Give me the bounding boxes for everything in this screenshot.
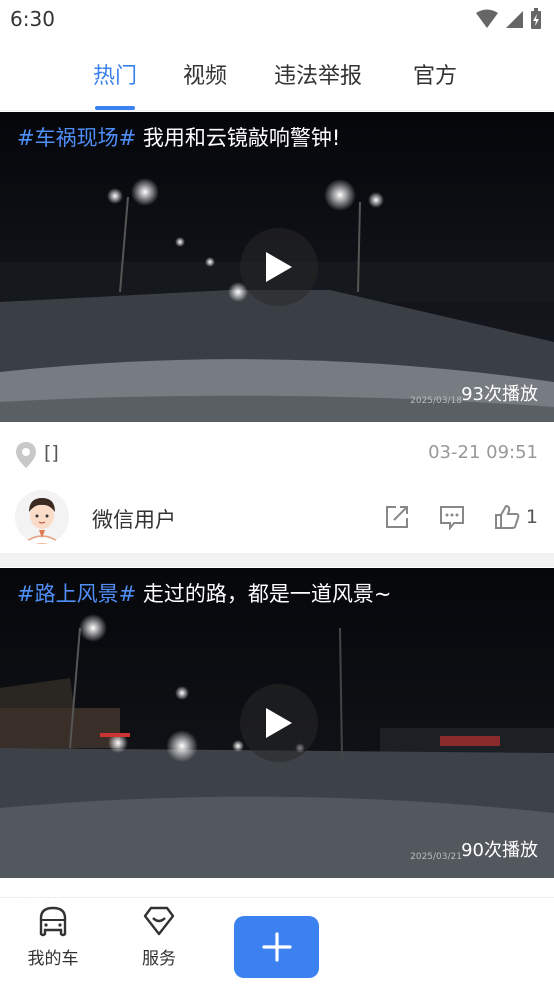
status-bar: 6:30 xyxy=(0,0,554,38)
nav-service[interactable]: 服务 xyxy=(124,904,194,969)
tab-hot-label: 热门 xyxy=(93,64,138,89)
play-count-1: 93次播放 xyxy=(461,384,538,405)
play-count-2: 90次播放 xyxy=(461,840,538,861)
plus-icon xyxy=(261,932,292,962)
play-icon xyxy=(266,708,292,738)
play-button-1[interactable] xyxy=(240,228,318,306)
post-tag-2[interactable]: #路上风景# xyxy=(17,582,136,606)
tab-active-indicator xyxy=(95,106,136,110)
post-time-1: 03-21 09:51 xyxy=(428,442,538,463)
nav-my-car-label: 我的车 xyxy=(27,949,79,969)
post-title-text-2: 走过的路，都是一道风景~ xyxy=(142,582,392,606)
post-divider xyxy=(0,553,554,567)
status-time: 6:30 xyxy=(10,7,55,31)
comment-icon[interactable] xyxy=(439,504,465,530)
post-title-2: #路上风景# 走过的路，都是一道风景~ xyxy=(17,578,392,608)
video-timestamp-1: 2025/03/18 xyxy=(410,396,462,406)
nav-service-label: 服务 xyxy=(142,949,176,969)
play-button-2[interactable] xyxy=(240,684,318,762)
location-icon xyxy=(16,442,36,468)
battery-icon xyxy=(531,8,541,29)
nav-my-car[interactable]: 我的车 xyxy=(18,904,88,969)
signal-icon xyxy=(506,11,523,28)
location-text-1: [] xyxy=(44,442,59,464)
like-icon[interactable] xyxy=(494,504,520,530)
post-title-text-1: 我用和云镜敲响警钟! xyxy=(142,126,341,150)
status-icons xyxy=(476,8,542,30)
tab-video-label: 视频 xyxy=(183,64,228,89)
username-1[interactable]: 微信用户 xyxy=(92,504,176,534)
tab-official-label: 官方 xyxy=(413,64,458,89)
post-video-1[interactable]: #车祸现场# 我用和云镜敲响警钟! 2025/03/18 93次播放 xyxy=(0,112,554,422)
avatar[interactable] xyxy=(15,490,69,544)
post-tag-1[interactable]: #车祸现场# xyxy=(17,126,136,150)
post-video-2[interactable]: #路上风景# 走过的路，都是一道风景~ 2025/03/21 90次播放 xyxy=(0,568,554,878)
category-tabs: 热门 视频 违法举报 官方 xyxy=(0,38,554,111)
tab-video[interactable]: 视频 xyxy=(183,58,227,110)
wifi-icon xyxy=(476,9,498,28)
bottom-nav: 我的车 服务 xyxy=(0,897,554,984)
tab-violation-report[interactable]: 违法举报 xyxy=(274,58,362,110)
play-icon xyxy=(266,252,292,282)
tab-violation-report-label: 违法举报 xyxy=(274,64,363,89)
car-icon xyxy=(39,906,67,937)
add-post-button[interactable] xyxy=(234,916,319,978)
post-meta-1: [] 03-21 09:51 xyxy=(0,424,554,484)
post-title-1: #车祸现场# 我用和云镜敲响警钟! xyxy=(17,122,340,152)
avatar-illustration xyxy=(15,490,69,544)
service-icon xyxy=(143,906,175,936)
tab-official[interactable]: 官方 xyxy=(413,58,457,110)
post-user-row-1: 微信用户 1 xyxy=(0,488,554,558)
like-count-1: 1 xyxy=(525,506,538,528)
video-timestamp-2: 2025/03/21 xyxy=(410,852,462,862)
share-icon[interactable] xyxy=(384,504,410,530)
tab-hot[interactable]: 热门 xyxy=(93,58,137,110)
